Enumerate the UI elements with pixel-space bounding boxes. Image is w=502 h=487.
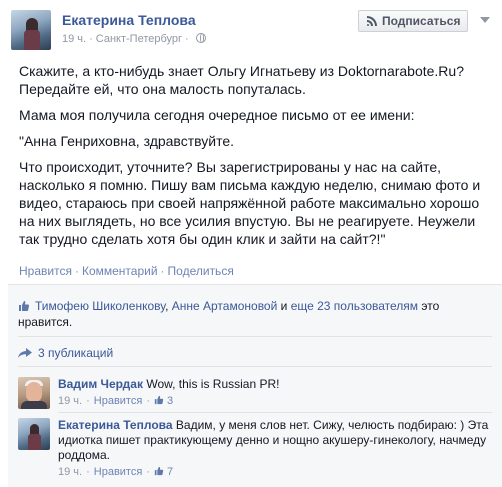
chevron-down-icon[interactable] (480, 17, 490, 23)
shares-label: 3 публикаций (38, 346, 114, 360)
liker-link[interactable]: Тимофею Шиколенкову (35, 299, 165, 313)
comment-text: Wow, this is Russian PR! (146, 377, 280, 391)
post-meta: 19 ч. · Санкт-Петербург · (62, 33, 206, 45)
comment-meta: 19 ч. · Нравится · 3 (58, 395, 174, 407)
post-text: Скажите, а кто-нибудь знает Ольгу Игнать… (19, 62, 489, 256)
share-icon (18, 348, 32, 358)
likes-and: и (280, 299, 288, 313)
divider (18, 366, 492, 367)
post-time[interactable]: 19 ч. (62, 33, 86, 45)
post-paragraph: "Анна Генриховна, здравствуйте. (19, 133, 235, 149)
comment-like-count[interactable]: 7 (167, 466, 173, 478)
globe-icon[interactable] (195, 33, 206, 43)
liker-link[interactable]: Анне Артамоновой (172, 299, 278, 313)
like-link[interactable]: Нравится (19, 264, 72, 278)
comment-like-link[interactable]: Нравится (94, 395, 143, 407)
share-link[interactable]: Поделиться (168, 264, 234, 278)
comment-like-link[interactable]: Нравится (94, 466, 143, 478)
feedback-area: Тимофею Шиколенкову, Анне Артамоновой и … (8, 284, 502, 487)
commenter-avatar[interactable] (18, 377, 50, 409)
rss-icon (367, 16, 377, 26)
post-card: Екатерина Теплова 19 ч. · Санкт-Петербург ·… (0, 0, 502, 487)
divider (18, 336, 492, 337)
thumbs-up-icon (154, 466, 164, 476)
comment-link[interactable]: Комментарий (82, 264, 158, 278)
comment-author[interactable]: Вадим Чердак (58, 377, 143, 391)
post-author[interactable]: Екатерина Теплова (62, 12, 196, 28)
post-paragraph: Скажите, а кто-нибудь знает Ольгу Игнать… (19, 63, 464, 97)
comment-meta: 19 ч. · Нравится · 7 (58, 466, 174, 478)
post-paragraph: Что происходит, уточните? Вы зарегистрир… (19, 159, 481, 247)
subscribe-button[interactable]: Подписаться (358, 10, 468, 32)
post-location[interactable]: Санкт-Петербург (96, 33, 182, 45)
thumbs-up-icon (154, 395, 164, 405)
comment-author[interactable]: Екатерина Теплова (58, 418, 173, 432)
commenter-avatar[interactable] (18, 418, 50, 450)
shares-link[interactable]: 3 публикаций (18, 346, 113, 360)
comment-time[interactable]: 19 ч. (58, 395, 82, 407)
comment-like-count[interactable]: 3 (167, 395, 173, 407)
post-paragraph: Мама моя получила сегодня очередное пись… (19, 107, 415, 123)
divider (58, 412, 492, 413)
post-actions: Нравится · Комментарий · Поделиться (19, 264, 234, 278)
subscribe-label: Подписаться (382, 14, 461, 28)
likes-summary: Тимофею Шиколенкову, Анне Артамоновой и … (18, 299, 440, 329)
more-likers-link[interactable]: еще 23 пользователям (291, 299, 418, 313)
thumbs-up-icon (19, 301, 30, 311)
comment-time[interactable]: 19 ч. (58, 466, 82, 478)
author-avatar[interactable] (11, 10, 51, 50)
